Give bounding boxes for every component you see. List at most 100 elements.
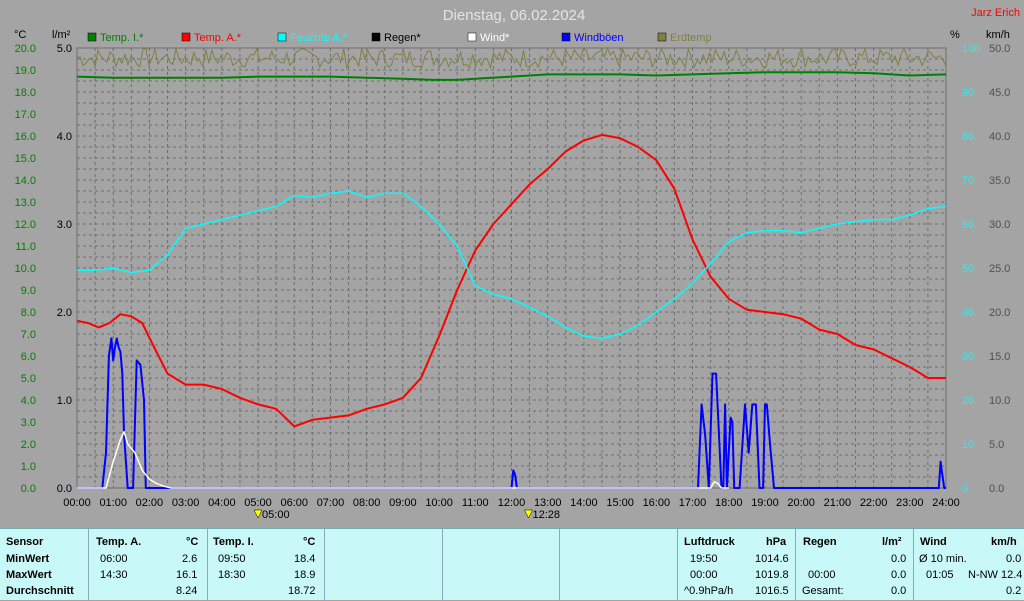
legend-label: Wind* xyxy=(480,32,510,44)
rain-tick-label: 2.0 xyxy=(57,307,72,319)
rain-tick-label: 3.0 xyxy=(57,219,72,231)
regen-max-val: 0.0 xyxy=(891,569,907,581)
x-tick-label: 04:00 xyxy=(208,497,236,509)
temp-tick-label: 18.0 xyxy=(15,87,36,99)
chart-title: Dienstag, 06.02.2024 xyxy=(443,7,586,24)
x-tick-label: 10:00 xyxy=(425,497,453,509)
regen-min-val: 0.0 xyxy=(891,553,907,565)
x-tick-label: 22:00 xyxy=(860,497,888,509)
legend-swatch xyxy=(467,32,477,42)
header-temp-a-unit: °C xyxy=(186,536,199,548)
header-wind-unit: km/h xyxy=(991,536,1017,548)
rain-tick-label: 5.0 xyxy=(57,43,72,55)
wind-tick-label: 0.0 xyxy=(989,483,1004,495)
header-temp-i-unit: °C xyxy=(303,536,316,548)
temp-i-min-val: 18.4 xyxy=(294,553,316,565)
divider xyxy=(442,529,443,601)
wind-max-time: 01:05 xyxy=(926,569,954,581)
rain-tick-label: 0.0 xyxy=(57,483,72,495)
legend-label: Erdtemp xyxy=(670,32,712,44)
temp-tick-label: 11.0 xyxy=(15,241,36,253)
wind-tick-label: 40.0 xyxy=(989,131,1010,143)
temp-tick-label: 4.0 xyxy=(21,395,36,407)
temp-a-max-time: 14:30 xyxy=(100,569,128,581)
divider xyxy=(324,529,325,601)
wind-tick-label: 20.0 xyxy=(989,307,1010,319)
temp-a-max-val: 16.1 xyxy=(176,569,198,581)
sun-marker-label: 05:00 xyxy=(262,509,290,521)
regen-total-val: 0.0 xyxy=(891,585,907,597)
humidity-tick-label: 20 xyxy=(962,395,974,407)
x-tick-label: 06:00 xyxy=(280,497,308,509)
humidity-tick-label: 90 xyxy=(962,87,974,99)
temp-tick-label: 7.0 xyxy=(21,329,36,341)
x-tick-label: 20:00 xyxy=(787,497,815,509)
rain-tick-label: 4.0 xyxy=(57,131,72,143)
header-sensor: Sensor xyxy=(6,536,44,548)
header-regen-unit: l/m² xyxy=(882,536,902,548)
x-tick-label: 01:00 xyxy=(99,497,127,509)
temp-tick-label: 8.0 xyxy=(21,307,36,319)
divider xyxy=(207,529,208,601)
wind-tick-label: 10.0 xyxy=(989,395,1010,407)
luftdruck-max-time: 00:00 xyxy=(690,569,718,581)
x-tick-label: 03:00 xyxy=(172,497,200,509)
humidity-tick-label: 0 xyxy=(962,483,968,495)
legend-swatch xyxy=(277,32,287,42)
divider xyxy=(677,529,678,601)
temp-tick-label: 13.0 xyxy=(15,197,36,209)
x-tick-label: 17:00 xyxy=(679,497,707,509)
divider xyxy=(88,529,89,601)
temp-tick-label: 0.0 xyxy=(21,483,36,495)
wind-tick-label: 25.0 xyxy=(989,263,1010,275)
wind-tick-label: 15.0 xyxy=(989,351,1010,363)
temp-tick-label: 14.0 xyxy=(15,175,36,187)
temp-tick-label: 12.0 xyxy=(15,219,36,231)
legend-label: Feuchte A.* xyxy=(290,32,348,44)
legend-label: Temp. A.* xyxy=(194,32,242,44)
humidity-tick-label: 30 xyxy=(962,351,974,363)
x-tick-label: 11:00 xyxy=(462,497,489,509)
header-wind: Wind xyxy=(920,536,947,548)
temp-tick-label: 9.0 xyxy=(21,285,36,297)
header-luftdruck: Luftdruck xyxy=(684,536,735,548)
rain-unit-label: l/m² xyxy=(52,29,71,41)
temp-i-min-time: 09:50 xyxy=(218,553,246,565)
x-tick-label: 07:00 xyxy=(317,497,345,509)
temp-tick-label: 16.0 xyxy=(15,131,36,143)
temp-tick-label: 6.0 xyxy=(21,351,36,363)
humidity-tick-label: 80 xyxy=(962,131,974,143)
header-regen: Regen xyxy=(803,536,837,548)
x-tick-label: 14:00 xyxy=(570,497,598,509)
temp-tick-label: 20.0 xyxy=(15,43,36,55)
luftdruck-trend: ^0.9hPa/h xyxy=(684,585,734,597)
author-label: Jarz Erich xyxy=(971,7,1020,19)
humidity-tick-label: 70 xyxy=(962,175,974,187)
temp-tick-label: 5.0 xyxy=(21,373,36,385)
x-tick-label: 21:00 xyxy=(824,497,852,509)
x-tick-label: 12:00 xyxy=(498,497,526,509)
legend-swatch xyxy=(87,32,97,42)
x-tick-label: 24:00 xyxy=(932,497,960,509)
x-tick-label: 19:00 xyxy=(751,497,779,509)
wind-avg: 0.2 xyxy=(1006,585,1022,597)
regen-total-label: Gesamt: xyxy=(802,585,844,597)
humidity-tick-label: 50 xyxy=(962,263,974,275)
luftdruck-avg: 1016.5 xyxy=(755,585,789,597)
x-tick-label: 18:00 xyxy=(715,497,743,509)
sun-marker-label: 12:28 xyxy=(533,509,561,521)
luftdruck-max-val: 1019.8 xyxy=(755,569,789,581)
x-tick-label: 02:00 xyxy=(136,497,164,509)
wind-tick-label: 45.0 xyxy=(989,87,1010,99)
temp-a-min-val: 2.6 xyxy=(182,553,198,565)
x-tick-label: 05:00 xyxy=(244,497,272,509)
humidity-tick-label: 10 xyxy=(962,439,974,451)
divider xyxy=(795,529,796,601)
grid xyxy=(76,47,947,489)
x-tick-label: 13:00 xyxy=(534,497,562,509)
x-tick-label: 15:00 xyxy=(606,497,634,509)
weather-chart: 0.0 1.0 2.0 3.0 4.0 5.0 6.0 7.0 8.0 9.0 10.0 11.0 12… xyxy=(0,0,1024,528)
regen-max-time: 00:00 xyxy=(808,569,836,581)
temp-i-max-time: 18:30 xyxy=(218,569,246,581)
temp-tick-label: 15.0 xyxy=(15,153,36,165)
